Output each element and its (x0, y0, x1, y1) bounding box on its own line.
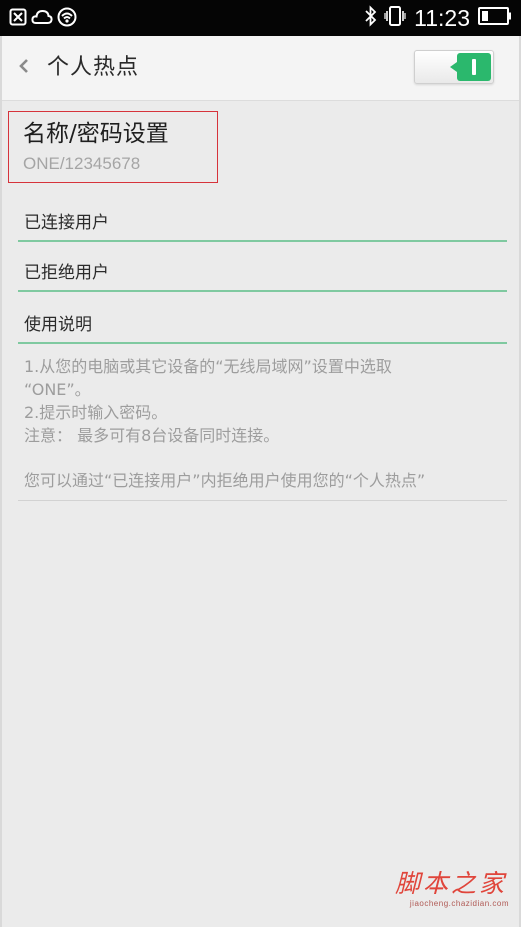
chevron-left-icon (17, 57, 31, 79)
edge-shadow (0, 36, 2, 927)
row-connected-users[interactable]: 已连接用户 (18, 208, 507, 242)
page-title: 个人热点 (47, 55, 140, 80)
hotspot-signal-icon (57, 7, 77, 31)
reject-note: 您可以通过“已连接用户”内拒绝用户使用您的“个人热点” (24, 471, 426, 490)
instructions-text: 1.从您的电脑或其它设备的“无线局域网”设置中选取 “ONE”。 2.提示时输入… (24, 355, 504, 447)
row-label: 使用说明 (24, 315, 92, 335)
name-password-value: ONE/12345678 (23, 154, 141, 173)
hotspot-toggle[interactable] (414, 50, 494, 84)
cloud-icon (31, 8, 53, 30)
status-left-icons (9, 7, 77, 31)
instruction-line: 注意： 最多可有8台设备同时连接。 (24, 426, 280, 445)
toggle-knob (450, 53, 491, 81)
row-label: 已拒绝用户 (24, 263, 109, 283)
battery-icon (478, 6, 512, 30)
name-password-title: 名称/密码设置 (23, 121, 169, 147)
watermark-subtitle: jiaocheng.chazidian.com (409, 899, 509, 908)
status-bar: 11:23 (0, 0, 521, 36)
row-usage-instructions[interactable]: 使用说明 (18, 310, 507, 344)
status-time: 11:23 (414, 5, 470, 31)
watermark-title: 脚本之家 (394, 869, 507, 898)
row-label: 已连接用户 (24, 213, 109, 233)
instruction-line: 1.从您的电脑或其它设备的“无线局域网”设置中选取 (24, 357, 392, 376)
header-bar: 个人热点 (0, 36, 521, 101)
vibrate-icon (384, 5, 406, 31)
hotspot-settings-screen: 11:23 个人热点 名称/密码设置 ONE/12345678 已连接用户 已拒… (0, 0, 521, 927)
toggle-on-indicator (472, 59, 476, 75)
divider (18, 500, 507, 501)
instruction-line: 2.提示时输入密码。 (24, 403, 168, 422)
watermark-logo: 脚本之家 jiaocheng.chazidian.com (373, 869, 509, 919)
status-right-icons: 11:23 (364, 4, 512, 32)
bluetooth-icon (364, 5, 378, 31)
close-box-icon (9, 8, 27, 30)
row-rejected-users[interactable]: 已拒绝用户 (18, 258, 507, 292)
instruction-line: “ONE”。 (24, 380, 91, 399)
back-button[interactable] (12, 54, 36, 82)
